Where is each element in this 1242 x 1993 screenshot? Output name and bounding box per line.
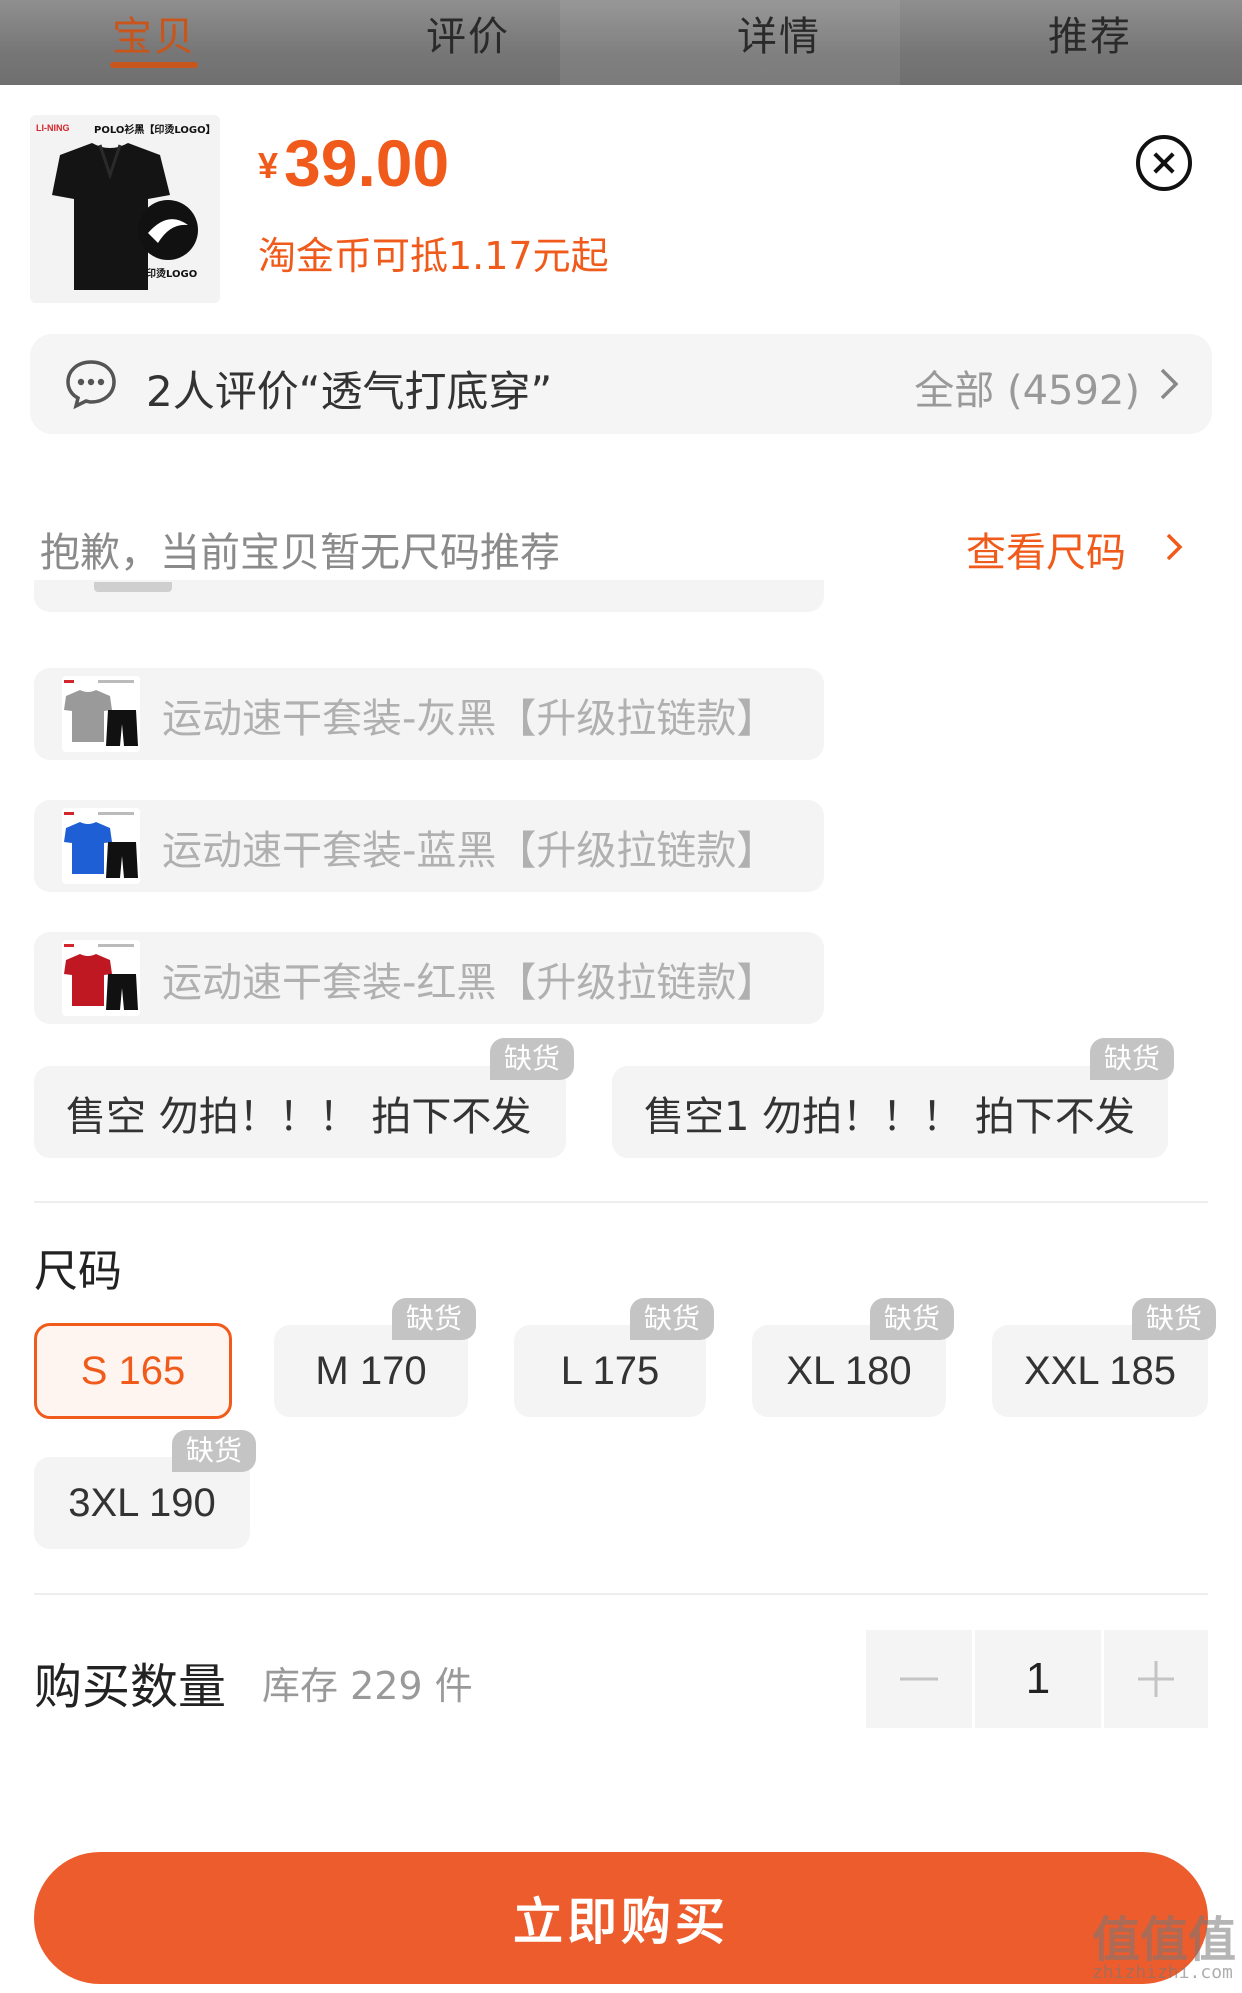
watermark-logo: 值值值 <box>1092 1912 1237 1968</box>
out-of-stock-badge: 缺货 <box>630 1298 715 1340</box>
scrolled-option-edge <box>34 580 824 612</box>
active-tab-indicator <box>110 62 198 68</box>
all-reviews-link[interactable]: 全部 (4592) <box>914 358 1140 416</box>
size-section-title: 尺码 <box>34 1246 122 1297</box>
sku-sheet: LI-NING POLO衫黑【印烫LOGO】 印烫LOGO ¥39.00 淘金币… <box>0 85 1242 1993</box>
plus-icon <box>1138 1661 1174 1697</box>
dimmed-background <box>560 0 900 85</box>
sku-selector-screen: 宝贝 评价 详情 推荐 LI-NING POLO衫黑【印烫LOGO】 印烫LOG… <box>0 0 1242 1993</box>
quantity-value[interactable]: 1 <box>975 1630 1101 1728</box>
tab-item[interactable]: 宝贝 <box>112 4 196 62</box>
out-of-stock-badge: 缺货 <box>392 1298 477 1340</box>
close-icon[interactable] <box>1136 135 1192 191</box>
sold-out-option-2[interactable]: 售空1 勿拍！！！ 拍下不发 <box>612 1066 1168 1158</box>
size-label: 3XL 190 <box>68 1480 216 1525</box>
view-size-chart-link[interactable]: 查看尺码 <box>966 520 1126 578</box>
size-label: S 165 <box>80 1348 186 1393</box>
option-thumbnail <box>62 808 140 884</box>
sold-out-option-1[interactable]: 售空 勿拍！！！ 拍下不发 <box>34 1066 566 1158</box>
minus-icon <box>900 1677 938 1681</box>
out-of-stock-badge: 缺货 <box>172 1430 257 1472</box>
tab-details[interactable]: 详情 <box>737 4 821 62</box>
review-summary-text: 2人评价“透气打底穿” <box>146 367 553 416</box>
size-label: L 175 <box>560 1348 660 1393</box>
price: ¥39.00 <box>258 125 449 201</box>
out-of-stock-badge: 缺货 <box>1132 1298 1217 1340</box>
currency-symbol: ¥ <box>258 145 279 186</box>
product-thumbnail[interactable]: LI-NING POLO衫黑【印烫LOGO】 印烫LOGO <box>30 115 220 303</box>
size-label: XXL 185 <box>1024 1348 1176 1393</box>
size-option-s165[interactable]: S 165 <box>34 1323 232 1419</box>
quantity-label: 购买数量 <box>34 1659 227 1715</box>
size-label: XL 180 <box>786 1348 912 1393</box>
watermark-url: zhizhizhi.com <box>1092 1962 1233 1983</box>
chat-bubble-icon <box>66 360 116 410</box>
option-label: 运动速干套装-蓝黑【升级拉链款】 <box>162 828 777 874</box>
increment-button[interactable] <box>1104 1630 1208 1728</box>
thumb-logo-caption: 印烫LOGO <box>146 269 198 280</box>
option-label: 售空1 勿拍！！！ 拍下不发 <box>644 1094 1135 1140</box>
coupon-text: 淘金币可抵1.17元起 <box>258 234 609 278</box>
option-label: 运动速干套装-红黑【升级拉链款】 <box>162 960 777 1006</box>
option-thumbnail <box>62 676 140 752</box>
size-recommendation-message: 抱歉，当前宝贝暂无尺码推荐 <box>40 530 560 576</box>
divider <box>34 1201 1208 1203</box>
option-label: 运动速干套装-灰黑【升级拉链款】 <box>162 696 777 742</box>
out-of-stock-badge: 缺货 <box>490 1038 575 1080</box>
divider <box>34 1593 1208 1595</box>
tab-reviews[interactable]: 评价 <box>426 4 510 62</box>
size-label: M 170 <box>315 1348 427 1393</box>
buy-now-button[interactable]: 立即购买 <box>34 1852 1208 1984</box>
chevron-right-icon <box>1160 368 1179 400</box>
top-tab-bar: 宝贝 评价 详情 推荐 <box>0 0 1242 85</box>
color-option-red-black[interactable]: 运动速干套装-红黑【升级拉链款】 <box>34 932 824 1024</box>
option-thumbnail <box>62 940 140 1016</box>
option-label: 售空 勿拍！！！ 拍下不发 <box>66 1094 532 1140</box>
color-option-gray-black[interactable]: 运动速干套装-灰黑【升级拉链款】 <box>34 668 824 760</box>
out-of-stock-badge: 缺货 <box>1090 1038 1175 1080</box>
tshirt-shorts-image <box>62 940 140 1016</box>
color-option-blue-black[interactable]: 运动速干套装-蓝黑【升级拉链款】 <box>34 800 824 892</box>
tshirt-shorts-image <box>62 676 140 752</box>
tab-recommend[interactable]: 推荐 <box>1048 4 1132 62</box>
price-value: 39.00 <box>284 126 450 200</box>
out-of-stock-badge: 缺货 <box>870 1298 955 1340</box>
thumb-caption: POLO衫黑【印烫LOGO】 <box>94 125 216 136</box>
review-summary-bar[interactable]: 2人评价“透气打底穿” 全部 (4592) <box>30 334 1212 434</box>
option-thumb-edge <box>94 582 172 592</box>
tshirt-shorts-image <box>62 808 140 884</box>
svg-text:LI-NING: LI-NING <box>36 123 70 133</box>
decrement-button[interactable] <box>866 1630 972 1728</box>
chevron-right-icon <box>1166 533 1183 561</box>
stock-count: 库存 229 件 <box>262 1664 473 1708</box>
